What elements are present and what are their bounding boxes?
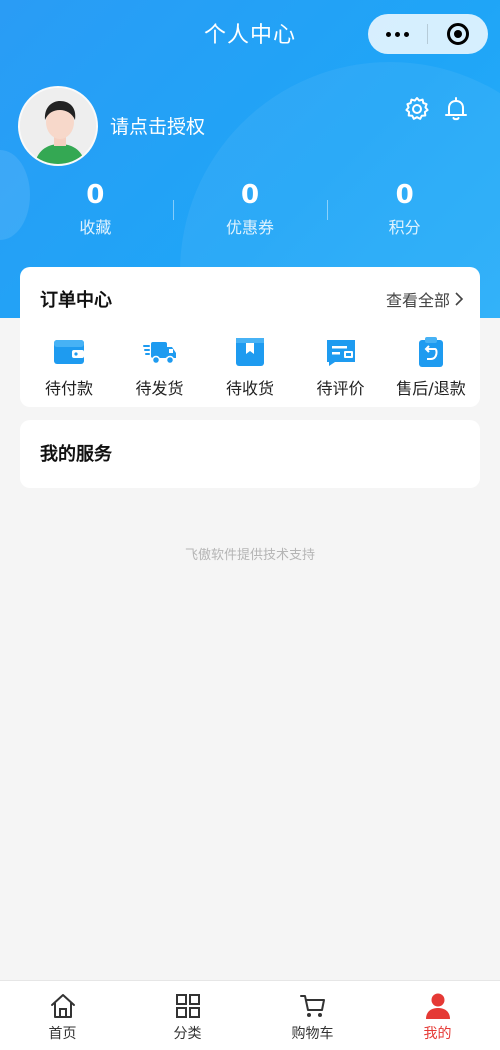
notification-bell-icon[interactable] — [442, 95, 470, 123]
stat-value: 0 — [240, 180, 260, 210]
stat-coupons[interactable]: 0 优惠券 — [173, 178, 328, 238]
avatar[interactable] — [18, 86, 98, 166]
chevron-right-icon — [455, 292, 464, 306]
user-stats: 0 收藏 0 优惠券 0 积分 — [18, 178, 482, 238]
stat-divider — [327, 200, 328, 220]
authorize-login-link[interactable]: 请点击授权 — [110, 112, 205, 139]
miniprogram-capsule — [368, 14, 488, 54]
tech-support-note: 飞傲软件提供技术支持 — [184, 548, 315, 563]
order-pending-receipt[interactable]: 待收货 — [206, 331, 294, 399]
close-target-icon — [447, 23, 469, 45]
order-center-title: 订单中心 — [40, 290, 112, 311]
order-pending-shipment[interactable]: 待发货 — [116, 331, 204, 399]
truck-icon — [142, 342, 176, 365]
settings-gear-icon[interactable] — [403, 95, 431, 123]
grid-icon — [175, 994, 200, 1018]
home-icon — [50, 994, 75, 1018]
more-options-button[interactable] — [368, 14, 427, 54]
order-pending-payment[interactable]: 待付款 — [25, 331, 113, 399]
stat-label: 收藏 — [79, 218, 112, 237]
tab-label: 分类 — [173, 1026, 202, 1042]
order-item-label: 待付款 — [44, 379, 93, 398]
stat-value: 0 — [86, 180, 105, 210]
tab-mine[interactable]: 我的 — [375, 981, 500, 1050]
review-icon — [326, 340, 355, 366]
wallet-icon — [54, 340, 84, 364]
order-pending-review[interactable]: 待评价 — [297, 331, 385, 399]
more-dot-icon — [395, 31, 400, 37]
stat-value: 0 — [395, 180, 414, 210]
refund-icon — [419, 337, 443, 367]
bottom-tab-bar: 首页 分类 购物车 我的 — [0, 980, 500, 1050]
order-item-label: 待评价 — [316, 379, 365, 398]
package-icon — [236, 338, 264, 366]
tab-label: 我的 — [423, 1026, 452, 1042]
stat-label: 优惠券 — [226, 218, 275, 237]
tab-label: 首页 — [48, 1026, 77, 1042]
stat-label: 积分 — [388, 218, 421, 237]
order-center-card: 订单中心 查看全部 待付款 待发货 待收货 待评价 售后/退款 — [20, 267, 480, 407]
tab-home[interactable]: 首页 — [0, 981, 125, 1050]
close-miniprogram-button[interactable] — [428, 14, 488, 54]
order-item-label: 售后/退款 — [396, 379, 466, 398]
order-item-label: 待收货 — [225, 379, 274, 398]
tab-category[interactable]: 分类 — [125, 981, 250, 1050]
tab-cart[interactable]: 购物车 — [250, 981, 375, 1050]
view-all-label: 查看全部 — [385, 291, 450, 310]
my-services-title: 我的服务 — [40, 444, 112, 465]
my-services-card: 我的服务 — [20, 420, 480, 488]
stat-points[interactable]: 0 积分 — [327, 178, 482, 238]
more-dot-icon — [404, 31, 409, 37]
cart-icon — [299, 995, 325, 1017]
more-dot-icon — [386, 31, 391, 37]
order-item-label: 待发货 — [135, 379, 184, 398]
stat-favorites[interactable]: 0 收藏 — [18, 178, 173, 238]
order-after-sales[interactable]: 售后/退款 — [387, 331, 475, 399]
user-icon — [425, 993, 450, 1019]
tab-label: 购物车 — [291, 1026, 334, 1042]
view-all-orders-link[interactable]: 查看全部 — [386, 287, 464, 311]
stat-divider — [173, 200, 174, 220]
